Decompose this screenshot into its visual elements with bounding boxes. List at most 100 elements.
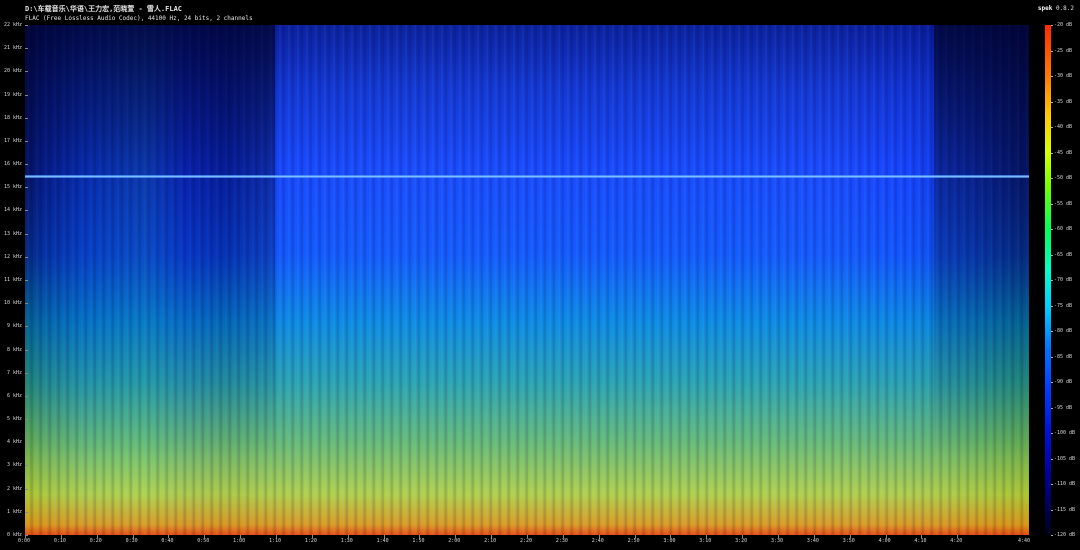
spectrogram: [25, 25, 1029, 535]
x-tick-label: 3:50: [842, 538, 855, 544]
app-name: spek 0.8.2: [1038, 5, 1074, 12]
colorbar-tick: [1051, 203, 1053, 205]
colorbar-tick: [1051, 25, 1053, 26]
colorbar-tick: [1051, 178, 1053, 179]
y-tick-label: 5 kHz: [6, 416, 22, 423]
x-tick: [491, 535, 493, 538]
y-tick-label: 12 kHz: [3, 253, 22, 260]
x-tick: [670, 535, 672, 538]
x-tick-label: 4:00: [878, 538, 891, 544]
colorbar-tick-label: -25 dB: [1054, 47, 1073, 54]
colorbar-tick: [1051, 458, 1053, 460]
y-tick: [25, 511, 28, 513]
colorbar-tick-label: -40 dB: [1054, 124, 1073, 130]
y-tick-label: 21 kHz: [3, 45, 22, 52]
colorbar-tick-label: -120 dB: [1054, 532, 1076, 538]
x-tick: [598, 535, 600, 538]
x-tick: [957, 535, 959, 538]
x-tick: [634, 535, 636, 538]
app-name-text: spek: [1037, 5, 1053, 12]
x-tick-label: 2:50: [627, 538, 640, 544]
y-tick: [25, 488, 28, 490]
x-tick: [96, 535, 98, 538]
x-tick-label: 1:00: [233, 538, 246, 544]
x-tick: [311, 535, 313, 538]
y-tick-label: 2 kHz: [6, 485, 22, 492]
y-tick-label: 6 kHz: [6, 392, 22, 399]
y-tick: [25, 372, 28, 374]
colorbar-tick-label: -60 dB: [1054, 226, 1073, 232]
y-tick: [25, 419, 28, 421]
y-tick-label: 9 kHz: [6, 323, 22, 330]
y-tick: [25, 395, 28, 397]
y-tick: [25, 465, 28, 467]
x-tick-label: 4:10: [914, 538, 927, 544]
colorbar-tick-label: -20 dB: [1054, 22, 1073, 28]
y-tick-label: 11 kHz: [3, 277, 22, 283]
colorbar-tick-label: -45 dB: [1054, 149, 1073, 156]
x-tick-label: 3:00: [663, 538, 676, 544]
x-end-label: 4:40: [1018, 538, 1031, 544]
colorbar-tick: [1051, 152, 1053, 154]
y-tick-label: 7 kHz: [6, 369, 22, 376]
colorbar-tick: [1051, 280, 1053, 281]
x-tick-label: 3:10: [699, 538, 712, 544]
y-tick: [25, 48, 28, 50]
x-tick: [419, 535, 421, 538]
y-tick-label: 15 kHz: [3, 184, 22, 191]
x-tick-label: 1:10: [269, 538, 282, 544]
x-tick: [742, 535, 744, 538]
colorbar-tick: [1051, 433, 1053, 434]
x-tick: [204, 535, 206, 538]
y-tick-label: 4 kHz: [6, 439, 22, 446]
colorbar-tick: [1051, 484, 1053, 485]
x-tick: [527, 535, 528, 538]
colorbar-tick: [1051, 382, 1053, 383]
colorbar-tick-label: -55 dB: [1054, 200, 1073, 207]
y-tick-label: 16 kHz: [3, 161, 22, 168]
y-tick: [25, 164, 28, 166]
x-tick: [778, 535, 779, 538]
y-tick-label: 22 kHz: [3, 22, 22, 28]
colorbar-tick-label: -35 dB: [1054, 98, 1073, 105]
colorbar-tick: [1051, 101, 1053, 103]
y-tick-label: 18 kHz: [3, 114, 22, 121]
x-tick: [132, 535, 134, 538]
x-tick-label: 2:30: [555, 538, 568, 544]
x-tick: [849, 535, 851, 538]
x-tick-label: 0:30: [125, 538, 138, 544]
colorbar-tick-label: -80 dB: [1054, 328, 1073, 334]
x-tick-label: 1:50: [412, 538, 425, 544]
colorbar-tick: [1051, 356, 1053, 358]
y-tick-label: 8 kHz: [6, 346, 22, 353]
x-tick-label: 0:20: [89, 538, 102, 544]
y-tick-label: 13 kHz: [3, 230, 22, 237]
y-tick: [25, 94, 28, 96]
x-tick-label: 0:00: [18, 538, 31, 544]
x-tick-label: 2:40: [591, 538, 604, 544]
colorbar-tick-label: -30 dB: [1054, 73, 1073, 79]
x-tick-label: 2:00: [448, 538, 461, 544]
colorbar-tick: [1051, 254, 1053, 256]
y-tick: [25, 210, 28, 212]
x-tick-label: 2:20: [520, 538, 533, 544]
colorbar-tick-label: -75 dB: [1054, 302, 1073, 309]
y-tick-label: 20 kHz: [3, 68, 22, 75]
x-tick: [347, 535, 349, 538]
x-tick: [813, 535, 815, 538]
y-tick: [25, 117, 28, 119]
x-tick: [240, 535, 242, 538]
x-tick-label: 4:20: [950, 538, 963, 544]
frequency-cutoff-line: [25, 174, 1029, 178]
colorbar-tick-label: -110 dB: [1054, 481, 1076, 487]
y-tick: [25, 187, 28, 189]
colorbar-tick: [1051, 229, 1053, 230]
colorbar-tick-label: -90 dB: [1054, 379, 1073, 385]
y-tick: [25, 140, 28, 142]
y-tick: [25, 303, 28, 305]
y-tick-label: 19 kHz: [3, 91, 22, 98]
colorbar-tick-label: -95 dB: [1054, 404, 1073, 411]
colorbar-tick: [1051, 331, 1053, 332]
colorbar-tick-label: -50 dB: [1054, 175, 1073, 181]
x-tick-label: 3:20: [735, 538, 748, 544]
